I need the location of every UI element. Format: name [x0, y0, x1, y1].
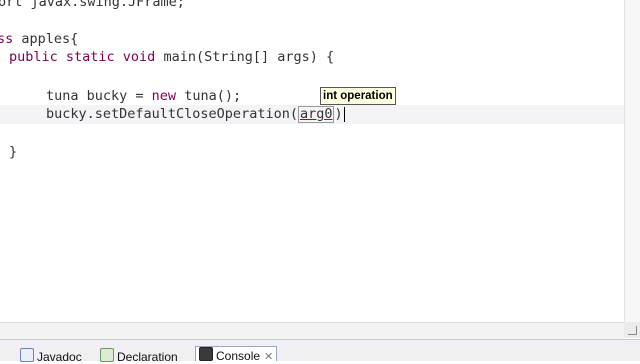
keyword-public-static-void: public static void [9, 49, 156, 65]
code-line-main-method: public static void main(String[] args) { [9, 49, 335, 65]
keyword-class: ss [0, 31, 14, 47]
vertical-scrollbar[interactable] [624, 0, 640, 322]
close-icon[interactable]: ✕ [264, 350, 273, 364]
code-line-set-default-close: bucky.setDefaultCloseOperation(arg0) [46, 106, 345, 123]
code-editor[interactable]: ort javax.swing.JFrame; ss apples{ publi… [0, 0, 640, 322]
scrollbar-corner [624, 322, 640, 338]
code-line-tuna-instance: tuna bucky = new tuna(); [46, 88, 242, 104]
text-caret [343, 106, 345, 122]
console-icon [199, 347, 213, 361]
code-line-import: ort javax.swing.JFrame; [0, 0, 185, 10]
code-line-class-decl: ss apples{ [0, 30, 78, 49]
code-line-closing-brace: } [9, 144, 18, 160]
horizontal-scrollbar[interactable] [0, 322, 624, 339]
parameter-hint-tooltip: int operation [320, 87, 396, 105]
keyword-new: new [151, 88, 177, 104]
bottom-view-tabbar: Javadoc Declaration Console ✕ [0, 339, 640, 364]
parameter-placeholder-arg0[interactable]: arg0 [297, 106, 335, 123]
tab-console[interactable]: Console ✕ [195, 346, 278, 364]
